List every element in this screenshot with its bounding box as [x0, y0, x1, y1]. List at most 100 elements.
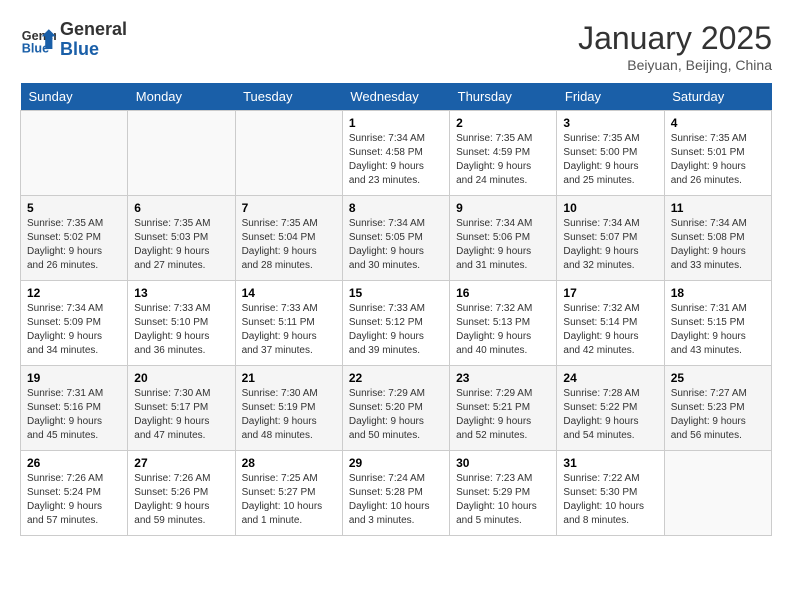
- day-number: 27: [134, 456, 228, 470]
- calendar-cell: 9 Sunrise: 7:34 AM Sunset: 5:06 PM Daylig…: [450, 196, 557, 281]
- calendar-cell: 24Sunrise: 7:28 AM Sunset: 5:22 PM Dayli…: [557, 366, 664, 451]
- day-number: 13: [134, 286, 228, 300]
- day-info: Sunrise: 7:22 AM Sunset: 5:30 PM Dayligh…: [563, 472, 657, 528]
- page-header: General Blue General Blue January 2025 B…: [20, 20, 772, 73]
- day-info: Sunrise: 7:29 AM Sunset: 5:21 PM Dayligh…: [456, 387, 550, 443]
- day-info: Sunrise: 7:33 AM Sunset: 5:12 PM Dayligh…: [349, 302, 443, 358]
- week-row-1: 5 Sunrise: 7:35 AM Sunset: 5:02 PM Daylig…: [21, 196, 772, 281]
- calendar-cell: 21 Sunrise: 7:30 AM Sunset: 5:19 PM Dayli…: [235, 366, 342, 451]
- day-info: Sunrise: 7:35 AM Sunset: 5:02 PM Dayligh…: [27, 217, 121, 273]
- calendar-cell: 14 Sunrise: 7:33 AM Sunset: 5:11 PM Dayli…: [235, 281, 342, 366]
- calendar-cell: 8 Sunrise: 7:34 AM Sunset: 5:05 PM Daylig…: [342, 196, 449, 281]
- calendar-cell: 22 Sunrise: 7:29 AM Sunset: 5:20 PM Dayli…: [342, 366, 449, 451]
- day-info: Sunrise: 7:32 AM Sunset: 5:13 PM Dayligh…: [456, 302, 550, 358]
- calendar-cell: 26 Sunrise: 7:26 AM Sunset: 5:24 PM Dayli…: [21, 451, 128, 536]
- calendar-cell: 27 Sunrise: 7:26 AM Sunset: 5:26 PM Dayli…: [128, 451, 235, 536]
- day-number: 9: [456, 201, 550, 215]
- day-number: 23: [456, 371, 550, 385]
- calendar-cell: 1 Sunrise: 7:34 AM Sunset: 4:58 PM Daylig…: [342, 111, 449, 196]
- weekday-header-monday: Monday: [128, 83, 235, 111]
- calendar-cell: 20Sunrise: 7:30 AM Sunset: 5:17 PM Dayli…: [128, 366, 235, 451]
- day-info: Sunrise: 7:29 AM Sunset: 5:20 PM Dayligh…: [349, 387, 443, 443]
- day-number: 25: [671, 371, 765, 385]
- calendar-cell: 11 Sunrise: 7:34 AM Sunset: 5:08 PM Dayli…: [664, 196, 771, 281]
- weekday-header-saturday: Saturday: [664, 83, 771, 111]
- day-info: Sunrise: 7:26 AM Sunset: 5:24 PM Dayligh…: [27, 472, 121, 528]
- calendar-cell: 7 Sunrise: 7:35 AM Sunset: 5:04 PM Daylig…: [235, 196, 342, 281]
- calendar-cell: 15Sunrise: 7:33 AM Sunset: 5:12 PM Dayli…: [342, 281, 449, 366]
- day-info: Sunrise: 7:26 AM Sunset: 5:26 PM Dayligh…: [134, 472, 228, 528]
- day-number: 21: [242, 371, 336, 385]
- weekday-header-friday: Friday: [557, 83, 664, 111]
- calendar-cell: 12Sunrise: 7:34 AM Sunset: 5:09 PM Dayli…: [21, 281, 128, 366]
- logo-general: General: [60, 20, 127, 40]
- day-info: Sunrise: 7:35 AM Sunset: 5:04 PM Dayligh…: [242, 217, 336, 273]
- day-info: Sunrise: 7:31 AM Sunset: 5:16 PM Dayligh…: [27, 387, 121, 443]
- calendar-cell: [128, 111, 235, 196]
- day-info: Sunrise: 7:33 AM Sunset: 5:11 PM Dayligh…: [242, 302, 336, 358]
- day-number: 20: [134, 371, 228, 385]
- calendar-cell: 4 Sunrise: 7:35 AM Sunset: 5:01 PM Daylig…: [664, 111, 771, 196]
- day-number: 31: [563, 456, 657, 470]
- calendar-table: SundayMondayTuesdayWednesdayThursdayFrid…: [20, 83, 772, 536]
- weekday-header-wednesday: Wednesday: [342, 83, 449, 111]
- day-number: 2: [456, 116, 550, 130]
- day-info: Sunrise: 7:34 AM Sunset: 5:08 PM Dayligh…: [671, 217, 765, 273]
- day-number: 19: [27, 371, 121, 385]
- calendar-cell: 2 Sunrise: 7:35 AM Sunset: 4:59 PM Daylig…: [450, 111, 557, 196]
- calendar-cell: 17 Sunrise: 7:32 AM Sunset: 5:14 PM Dayli…: [557, 281, 664, 366]
- weekday-header-thursday: Thursday: [450, 83, 557, 111]
- day-info: Sunrise: 7:35 AM Sunset: 5:01 PM Dayligh…: [671, 132, 765, 188]
- day-info: Sunrise: 7:33 AM Sunset: 5:10 PM Dayligh…: [134, 302, 228, 358]
- calendar-cell: [235, 111, 342, 196]
- day-info: Sunrise: 7:30 AM Sunset: 5:19 PM Dayligh…: [242, 387, 336, 443]
- calendar-cell: 31 Sunrise: 7:22 AM Sunset: 5:30 PM Dayli…: [557, 451, 664, 536]
- calendar-cell: 23 Sunrise: 7:29 AM Sunset: 5:21 PM Dayli…: [450, 366, 557, 451]
- day-info: Sunrise: 7:34 AM Sunset: 4:58 PM Dayligh…: [349, 132, 443, 188]
- day-number: 12: [27, 286, 121, 300]
- location-subtitle: Beiyuan, Beijing, China: [578, 57, 772, 73]
- calendar-cell: 30 Sunrise: 7:23 AM Sunset: 5:29 PM Dayli…: [450, 451, 557, 536]
- calendar-cell: 5 Sunrise: 7:35 AM Sunset: 5:02 PM Daylig…: [21, 196, 128, 281]
- day-number: 24: [563, 371, 657, 385]
- calendar-cell: 29 Sunrise: 7:24 AM Sunset: 5:28 PM Dayli…: [342, 451, 449, 536]
- day-number: 17: [563, 286, 657, 300]
- day-info: Sunrise: 7:35 AM Sunset: 4:59 PM Dayligh…: [456, 132, 550, 188]
- day-info: Sunrise: 7:25 AM Sunset: 5:27 PM Dayligh…: [242, 472, 336, 528]
- day-number: 16: [456, 286, 550, 300]
- day-number: 26: [27, 456, 121, 470]
- calendar-cell: 6Sunrise: 7:35 AM Sunset: 5:03 PM Daylig…: [128, 196, 235, 281]
- title-section: January 2025 Beiyuan, Beijing, China: [578, 20, 772, 73]
- day-number: 22: [349, 371, 443, 385]
- day-number: 5: [27, 201, 121, 215]
- day-info: Sunrise: 7:23 AM Sunset: 5:29 PM Dayligh…: [456, 472, 550, 528]
- day-number: 11: [671, 201, 765, 215]
- calendar-cell: 16 Sunrise: 7:32 AM Sunset: 5:13 PM Dayli…: [450, 281, 557, 366]
- day-number: 6: [134, 201, 228, 215]
- day-number: 1: [349, 116, 443, 130]
- calendar-cell: [21, 111, 128, 196]
- day-number: 14: [242, 286, 336, 300]
- day-info: Sunrise: 7:34 AM Sunset: 5:06 PM Dayligh…: [456, 217, 550, 273]
- day-info: Sunrise: 7:35 AM Sunset: 5:00 PM Dayligh…: [563, 132, 657, 188]
- day-number: 30: [456, 456, 550, 470]
- svg-text:Blue: Blue: [22, 41, 49, 55]
- calendar-cell: 13 Sunrise: 7:33 AM Sunset: 5:10 PM Dayli…: [128, 281, 235, 366]
- day-info: Sunrise: 7:34 AM Sunset: 5:05 PM Dayligh…: [349, 217, 443, 273]
- logo: General Blue General Blue: [20, 20, 127, 60]
- day-number: 8: [349, 201, 443, 215]
- calendar-cell: [664, 451, 771, 536]
- day-number: 3: [563, 116, 657, 130]
- week-row-0: 1 Sunrise: 7:34 AM Sunset: 4:58 PM Daylig…: [21, 111, 772, 196]
- day-info: Sunrise: 7:32 AM Sunset: 5:14 PM Dayligh…: [563, 302, 657, 358]
- day-info: Sunrise: 7:24 AM Sunset: 5:28 PM Dayligh…: [349, 472, 443, 528]
- day-number: 29: [349, 456, 443, 470]
- calendar-cell: 28Sunrise: 7:25 AM Sunset: 5:27 PM Dayli…: [235, 451, 342, 536]
- calendar-cell: 25Sunrise: 7:27 AM Sunset: 5:23 PM Dayli…: [664, 366, 771, 451]
- logo-blue: Blue: [60, 40, 127, 60]
- day-number: 4: [671, 116, 765, 130]
- weekday-header-tuesday: Tuesday: [235, 83, 342, 111]
- day-info: Sunrise: 7:34 AM Sunset: 5:07 PM Dayligh…: [563, 217, 657, 273]
- day-number: 7: [242, 201, 336, 215]
- calendar-cell: 19 Sunrise: 7:31 AM Sunset: 5:16 PM Dayli…: [21, 366, 128, 451]
